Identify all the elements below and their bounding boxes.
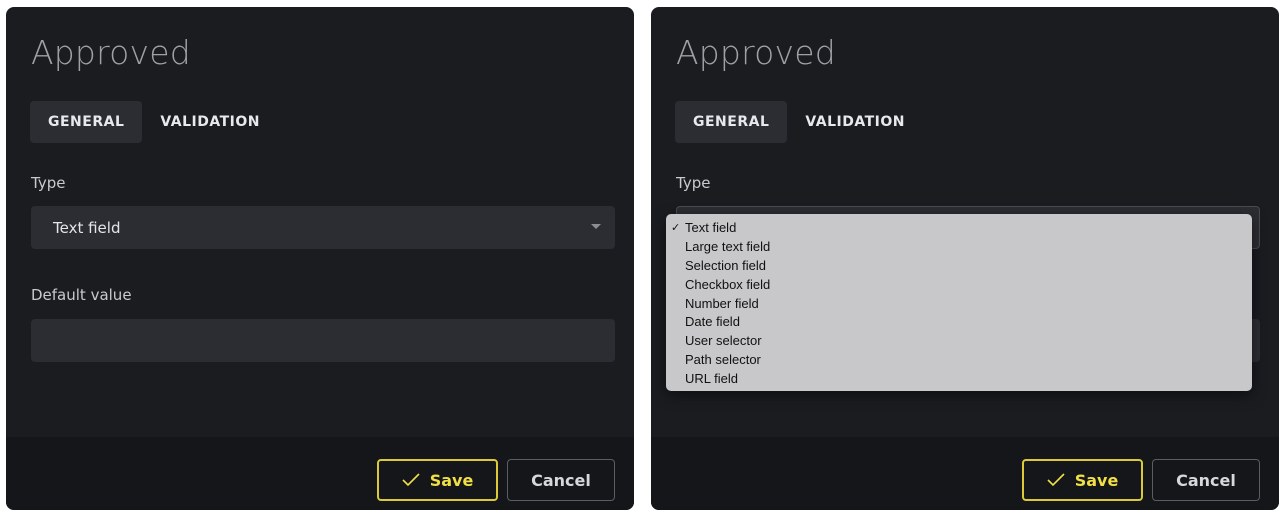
default-value-input[interactable] bbox=[31, 319, 615, 362]
dropdown-option-checkbox-field[interactable]: Checkbox field bbox=[666, 276, 1252, 295]
tab-general[interactable]: GENERAL bbox=[675, 101, 788, 143]
dropdown-option-path-selector[interactable]: Path selector bbox=[666, 351, 1252, 370]
dropdown-option-url-field[interactable]: URL field bbox=[666, 370, 1252, 389]
cancel-button[interactable]: Cancel bbox=[1152, 459, 1260, 501]
dialog-title: Approved bbox=[31, 33, 191, 72]
dropdown-option-text-field[interactable]: ✓ Text field bbox=[666, 219, 1252, 238]
tab-validation[interactable]: VALIDATION bbox=[142, 101, 278, 143]
save-button-label: Save bbox=[1074, 470, 1119, 490]
check-icon bbox=[402, 473, 420, 487]
type-select[interactable]: Text field bbox=[31, 206, 615, 249]
checkmark-icon: ✓ bbox=[671, 222, 681, 234]
dropdown-option-large-text-field[interactable]: Large text field bbox=[666, 238, 1252, 257]
dialog-title: Approved bbox=[676, 33, 836, 72]
check-icon bbox=[1047, 473, 1065, 487]
type-select-value: Text field bbox=[53, 218, 121, 237]
dropdown-option-selection-field[interactable]: Selection field bbox=[666, 257, 1252, 276]
tab-bar: GENERAL VALIDATION bbox=[675, 101, 923, 143]
tab-validation[interactable]: VALIDATION bbox=[787, 101, 923, 143]
default-value-label: Default value bbox=[31, 286, 132, 304]
caret-down-icon bbox=[591, 224, 601, 229]
save-button[interactable]: Save bbox=[377, 459, 498, 501]
dropdown-option-user-selector[interactable]: User selector bbox=[666, 332, 1252, 351]
dropdown-option-number-field[interactable]: Number field bbox=[666, 295, 1252, 314]
save-button-label: Save bbox=[429, 470, 474, 490]
cancel-button[interactable]: Cancel bbox=[507, 459, 615, 501]
tab-bar: GENERAL VALIDATION bbox=[30, 101, 278, 143]
dropdown-option-label: Text field bbox=[685, 220, 737, 235]
type-label: Type bbox=[676, 174, 711, 192]
save-button[interactable]: Save bbox=[1022, 459, 1143, 501]
dialog-left: Approved GENERAL VALIDATION Type Text fi… bbox=[6, 7, 634, 510]
dropdown-option-date-field[interactable]: Date field bbox=[666, 313, 1252, 332]
dialog-footer: Save Cancel bbox=[651, 437, 1279, 510]
tab-general[interactable]: GENERAL bbox=[30, 101, 143, 143]
type-label: Type bbox=[31, 174, 66, 192]
type-dropdown-menu: ✓ Text field Large text field Selection … bbox=[666, 214, 1252, 391]
dialog-footer: Save Cancel bbox=[6, 437, 634, 510]
